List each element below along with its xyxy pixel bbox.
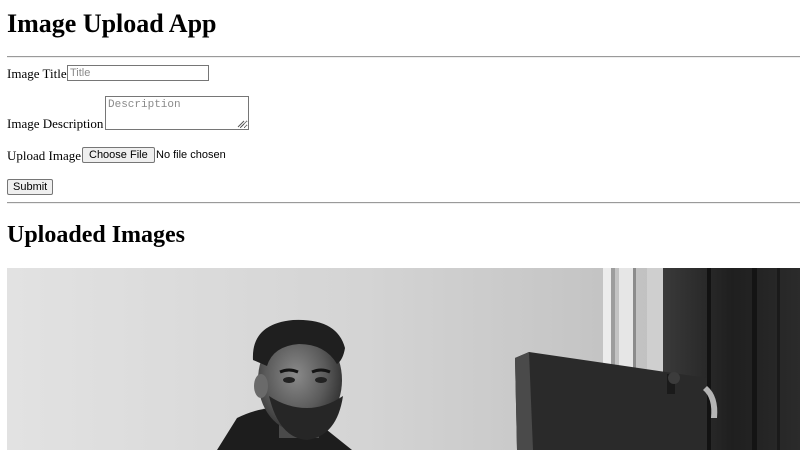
image-title-label: Image Title: [7, 66, 67, 81]
page-title: Image Upload App: [7, 9, 217, 38]
choose-file-button[interactable]: Choose File: [82, 147, 155, 163]
top-divider: [7, 56, 800, 58]
uploaded-image: [7, 268, 800, 450]
uploaded-images-heading: Uploaded Images: [7, 222, 186, 248]
upload-image-label: Upload Image: [7, 148, 82, 163]
image-upload-page: Image Upload App Image Title Image Descr…: [0, 0, 800, 450]
image-description-textarea[interactable]: [105, 96, 249, 130]
bottom-divider: [7, 202, 800, 204]
submit-button[interactable]: Submit: [7, 179, 54, 195]
image-title-input[interactable]: [67, 65, 209, 81]
image-description-label: Image Description: [7, 116, 104, 131]
file-status-text: No file chosen: [156, 149, 226, 161]
uploaded-photo-icon: [7, 268, 800, 450]
